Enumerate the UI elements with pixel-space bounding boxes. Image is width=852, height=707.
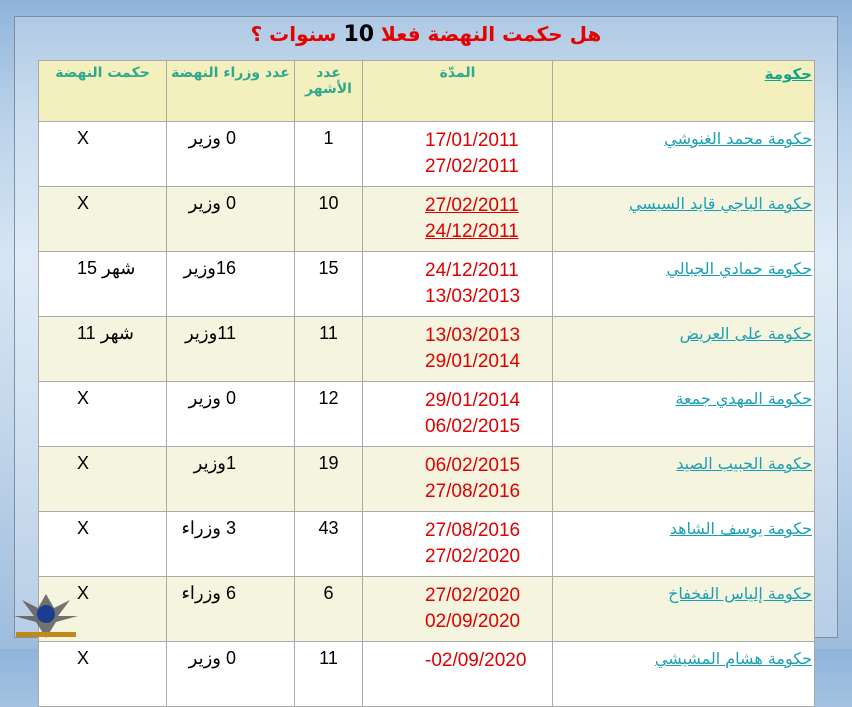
cell-period: 02/09/2020- — [362, 641, 553, 707]
cell-ruled: X — [38, 381, 167, 447]
cell-government: حكومة هشام المشيشي — [552, 641, 815, 707]
government-link[interactable]: حكومة على العريض — [680, 324, 812, 343]
cell-months: 11 — [294, 641, 363, 707]
table-row: حكومة هشام المشيشي 02/09/2020- 11 0 وزير X — [38, 641, 815, 707]
cell-ministers: 6 وزراء — [166, 576, 295, 642]
table-row: حكومة على العريض 13/03/2013 29/01/2014 11 11… — [38, 316, 815, 382]
cell-government: حكومة الباجي قايد السبسي — [552, 186, 815, 252]
cell-period: 06/02/2015 27/08/2016 — [362, 446, 553, 512]
government-link[interactable]: حكومة المهدي جمعة — [675, 389, 812, 408]
cell-government: حكومة الحبيب الصيد — [552, 446, 815, 512]
cell-ministers: 11وزير — [166, 316, 295, 382]
table-row: حكومة إلياس الفخفاخ 27/02/2020 02/09/2020 6… — [38, 576, 815, 642]
cell-period: 27/02/2011 24/12/2011 — [362, 186, 553, 252]
cell-ministers: 0 وزير — [166, 381, 295, 447]
government-link[interactable]: حكومة يوسف الشاهد — [670, 519, 812, 538]
cell-ministers: 1وزير — [166, 446, 295, 512]
government-link[interactable]: حكومة حمادي الجبالي — [666, 259, 812, 278]
cell-ministers: 0 وزير — [166, 121, 295, 187]
cell-months: 1 — [294, 121, 363, 187]
period-end: 13/03/2013 — [425, 286, 521, 307]
cell-ministers: 0 وزير — [166, 641, 295, 707]
cell-ruled: X — [38, 121, 167, 187]
cell-government: حكومة حمادي الجبالي — [552, 251, 815, 317]
cell-ruled: X — [38, 511, 167, 577]
cell-period: 13/03/2013 29/01/2014 — [362, 316, 553, 382]
table-row: حكومة الحبيب الصيد 06/02/2015 27/08/2016 19… — [38, 446, 815, 512]
header-months: عدد الأشهر — [294, 60, 363, 122]
government-link[interactable]: حكومة الباجي قايد السبسي — [629, 194, 812, 213]
cell-months: 12 — [294, 381, 363, 447]
cell-government: حكومة المهدي جمعة — [552, 381, 815, 447]
cell-ruled: X — [38, 186, 167, 252]
cell-period: 27/02/2020 02/09/2020 — [362, 576, 553, 642]
period-start: 24/12/2011 — [425, 260, 519, 281]
cell-government: حكومة يوسف الشاهد — [552, 511, 815, 577]
government-link[interactable]: حكومة هشام المشيشي — [655, 649, 812, 668]
governments-table: حكومة المدّة عدد الأشهر عدد وزراء النهضة… — [38, 60, 815, 707]
cell-ruled: 15 شهر — [38, 251, 167, 317]
period-start: 02/09/2020- — [425, 650, 527, 671]
period-start: 27/02/2020 — [425, 585, 521, 606]
table-header-row: حكومة المدّة عدد الأشهر عدد وزراء النهضة… — [38, 60, 815, 122]
cell-government: حكومة إلياس الفخفاخ — [552, 576, 815, 642]
period-start: 27/08/2016 — [425, 520, 521, 541]
cell-ministers: 16وزير — [166, 251, 295, 317]
cell-period: 17/01/2011 27/02/2011 — [362, 121, 553, 187]
cell-ministers: 0 وزير — [166, 186, 295, 252]
period-start: 06/02/2015 — [425, 455, 521, 476]
cell-months: 6 — [294, 576, 363, 642]
period-end: 27/02/2011 — [425, 156, 519, 177]
government-link[interactable]: حكومة الحبيب الصيد — [676, 454, 812, 473]
arab-defense-forum-logo — [14, 594, 78, 638]
cell-government: حكومة محمد الغنوشي — [552, 121, 815, 187]
period-end: 24/12/2011 — [425, 221, 519, 242]
table-row: حكومة محمد الغنوشي 17/01/2011 27/02/2011 1 0… — [38, 121, 815, 187]
cell-months: 10 — [294, 186, 363, 252]
period-start: 17/01/2011 — [425, 130, 519, 151]
header-government[interactable]: حكومة — [552, 60, 815, 122]
cell-ruled: X — [38, 641, 167, 707]
cell-ministers: 3 وزراء — [166, 511, 295, 577]
header-period: المدّة — [362, 60, 553, 122]
cell-period: 24/12/2011 13/03/2013 — [362, 251, 553, 317]
period-start: 13/03/2013 — [425, 325, 521, 346]
page-title: هل حكمت النهضة فعلا 10 سنوات ؟ — [250, 22, 602, 47]
header-ministers: عدد وزراء النهضة — [166, 60, 295, 122]
government-link[interactable]: حكومة محمد الغنوشي — [664, 129, 812, 148]
cell-months: 43 — [294, 511, 363, 577]
cell-ruled: 11 شهر — [38, 316, 167, 382]
table-row: حكومة الباجي قايد السبسي 27/02/2011 24/12/… — [38, 186, 815, 252]
cell-months: 15 — [294, 251, 363, 317]
table-row: حكومة يوسف الشاهد 27/08/2016 27/02/2020 43 3… — [38, 511, 815, 577]
period-end: 27/08/2016 — [425, 481, 521, 502]
period-end: 29/01/2014 — [425, 351, 521, 372]
period-end: 06/02/2015 — [425, 416, 521, 437]
government-link[interactable]: حكومة إلياس الفخفاخ — [668, 584, 812, 603]
table-row: حكومة حمادي الجبالي 24/12/2011 13/03/2013 1… — [38, 251, 815, 317]
table-row: حكومة المهدي جمعة 29/01/2014 06/02/2015 12 0… — [38, 381, 815, 447]
period-start: 29/01/2014 — [425, 390, 521, 411]
header-ruled: حكمت النهضة — [38, 60, 167, 122]
cell-months: 11 — [294, 316, 363, 382]
period-end: 27/02/2020 — [425, 546, 521, 567]
cell-period: 27/08/2016 27/02/2020 — [362, 511, 553, 577]
period-end: 02/09/2020 — [425, 611, 521, 632]
cell-government: حكومة على العريض — [552, 316, 815, 382]
cell-months: 19 — [294, 446, 363, 512]
period-start: 27/02/2011 — [425, 195, 519, 216]
cell-period: 29/01/2014 06/02/2015 — [362, 381, 553, 447]
cell-ruled: X — [38, 446, 167, 512]
